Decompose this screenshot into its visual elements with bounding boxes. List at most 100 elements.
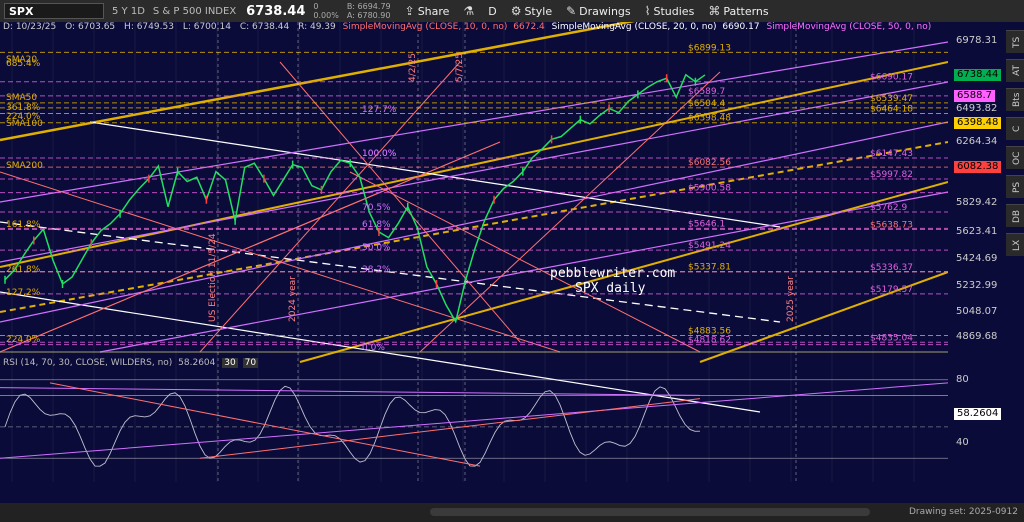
price-level-label-11: $5762.9: [870, 203, 907, 213]
annotation-4: 2025 year: [786, 276, 796, 322]
fib-label-12: 127.7%: [362, 105, 397, 115]
side-tab-lx[interactable]: LX: [1006, 233, 1024, 256]
fib-label-10: 224.0%: [6, 335, 41, 345]
top-toolbar: SPX 5 Y 1D S & P 500 INDEX 6738.44 0 0.00…: [0, 0, 1024, 23]
scrollbar[interactable]: [430, 508, 870, 516]
drawing-set-label: Drawing set: 2025-0912: [909, 507, 1018, 517]
quote-range: R: 49.39: [298, 22, 336, 32]
y-tick-6: 5623.41: [956, 225, 998, 237]
fib-label-8: 261.8%: [6, 265, 41, 275]
fib-label-1: SMA20: [6, 55, 37, 65]
price-level-label-6: $6398.48: [688, 114, 731, 124]
price-level-label-3: $6539.47: [870, 94, 913, 104]
y-tick-3: 6264.34: [956, 135, 998, 147]
rsi-ob: 30: [222, 358, 238, 368]
change-block: 0 0.00%: [313, 2, 339, 20]
axis-tag-0: 6738.44: [954, 68, 1002, 81]
y-tick-10: 4869.68: [956, 331, 998, 343]
sma10-label: SimpleMovingAvg (CLOSE, 10, 0, no): [342, 22, 508, 32]
price-level-label-9: $5997.82: [870, 170, 913, 180]
price-level-label-5: $6464.18: [870, 104, 913, 114]
quote-high: H: 6749.53: [124, 22, 174, 32]
pencil-icon: ✎: [566, 4, 577, 18]
share-button[interactable]: ⇪ Share: [405, 4, 450, 18]
fib-label-16: 50.0%: [362, 243, 391, 253]
style-button[interactable]: ⚙ Style: [511, 4, 552, 18]
axis-tag-4: 58.2604: [954, 407, 1002, 420]
price-level-label-8: $6082.56: [688, 158, 731, 168]
annotation-3: 2024 year: [288, 276, 298, 322]
annotation-2: US Election 11/5/24: [208, 233, 218, 322]
axis-tag-1: 6588.7: [954, 89, 995, 102]
watermark-line2: SPX daily: [575, 281, 646, 296]
side-tab-db[interactable]: DB: [1006, 204, 1024, 227]
drawings-button[interactable]: ✎ Drawings: [566, 4, 631, 18]
sma20-value: 6690.17: [722, 22, 760, 32]
timeframe-button[interactable]: D: [488, 5, 496, 18]
fib-label-13: 100.0%: [362, 149, 397, 159]
quote-low: L: 6700.14: [182, 22, 231, 32]
fib-label-15: 61.8%: [362, 220, 391, 230]
y-tick-9: 5048.07: [956, 306, 998, 318]
y-tick-7: 5424.69: [956, 253, 998, 265]
price-chart[interactable]: $6899.13$6690.17$6589.7$6539.47$6504.4$6…: [0, 22, 948, 490]
period-selector[interactable]: 5 Y 1D: [112, 6, 145, 17]
fib-label-14: 70.5%: [362, 203, 391, 213]
price-level-label-17: $5179.57: [870, 285, 913, 295]
patterns-icon: ⌘: [708, 4, 721, 18]
rsi-tick-0: 80: [956, 373, 969, 385]
price-level-label-14: $5491.24: [688, 241, 731, 251]
flask-icon: ⚗: [463, 4, 475, 18]
side-tab-oc[interactable]: OC: [1006, 146, 1024, 169]
price-level-label-7: $6147.43: [870, 149, 913, 159]
fib-label-18: 0.0%: [362, 343, 385, 353]
price-level-label-4: $6504.4: [688, 99, 725, 109]
fib-label-9: 127.2%: [6, 288, 41, 298]
rsi-tick-2: 40: [956, 436, 969, 448]
patterns-button[interactable]: ⌘ Patterns: [708, 4, 768, 18]
rsi-label: RSI (14, 70, 30, CLOSE, WILDERS, no): [3, 358, 173, 368]
sma50-label: SimpleMovingAvg (CLOSE, 50, 0, no): [766, 22, 932, 32]
studies-button[interactable]: ⌇ Studies: [645, 4, 695, 18]
price-level-label-10: $5900.58: [688, 184, 731, 194]
footer-bar: Drawing set: 2025-0912: [0, 503, 1024, 522]
side-tab-ps[interactable]: PS: [1006, 175, 1024, 198]
quote-close: C: 6738.44: [239, 22, 290, 32]
y-tick-8: 5232.99: [956, 280, 998, 292]
fib-label-5: SMA100: [6, 119, 43, 129]
price-level-label-1: $6690.17: [870, 73, 913, 83]
fib-label-2: SMA50: [6, 93, 37, 103]
fib-label-6: SMA200: [6, 161, 43, 171]
axis-tag-2: 6398.48: [954, 116, 1002, 129]
quote-open: O: 6703.65: [65, 22, 116, 32]
watermark-line1: pebblewriter.com: [550, 266, 675, 281]
symbol-input[interactable]: SPX: [4, 3, 104, 19]
chart-icon: ⌇: [644, 4, 651, 18]
price-level-label-13: $5638.73: [870, 220, 913, 230]
annotation-1: 5/7/25: [455, 53, 465, 82]
annotation-0: 4/2/25: [408, 53, 418, 82]
last-price: 6738.44: [246, 3, 306, 19]
rsi-header: RSI (14, 70, 30, CLOSE, WILDERS, no) 58.…: [3, 358, 259, 368]
price-level-label-19: $4835.04: [870, 333, 913, 343]
price-level-label-12: $5646.1: [688, 219, 725, 229]
y-tick-0: 6978.31: [956, 35, 998, 47]
side-tab-bts[interactable]: Bts: [1006, 88, 1024, 111]
rsi-value: 58.2604: [178, 358, 216, 368]
side-tab-c[interactable]: C: [1006, 117, 1024, 140]
fib-label-7: 161.8%: [6, 220, 41, 230]
share-icon: ⇪: [404, 4, 415, 18]
y-tick-2: 6493.82: [956, 103, 998, 115]
sma20-label: SimpleMovingAvg (CLOSE, 20, 0, no): [551, 22, 717, 32]
y-tick-5: 5829.42: [956, 196, 998, 208]
rsi-os: 70: [242, 358, 259, 368]
quote-line: D: 10/23/25 O: 6703.65 H: 6749.53 L: 670…: [0, 22, 1024, 34]
sma10-value: 6672.4: [513, 22, 545, 32]
axis-tag-3: 6082.38: [954, 161, 1002, 174]
side-tab-ts[interactable]: TS: [1006, 30, 1024, 53]
flask-button[interactable]: ⚗: [463, 4, 474, 18]
side-tab-at[interactable]: AT: [1006, 59, 1024, 82]
fib-label-17: 38.2%: [362, 265, 391, 275]
instrument-name: S & P 500 INDEX: [152, 5, 237, 17]
price-level-label-2: $6589.7: [688, 87, 725, 97]
